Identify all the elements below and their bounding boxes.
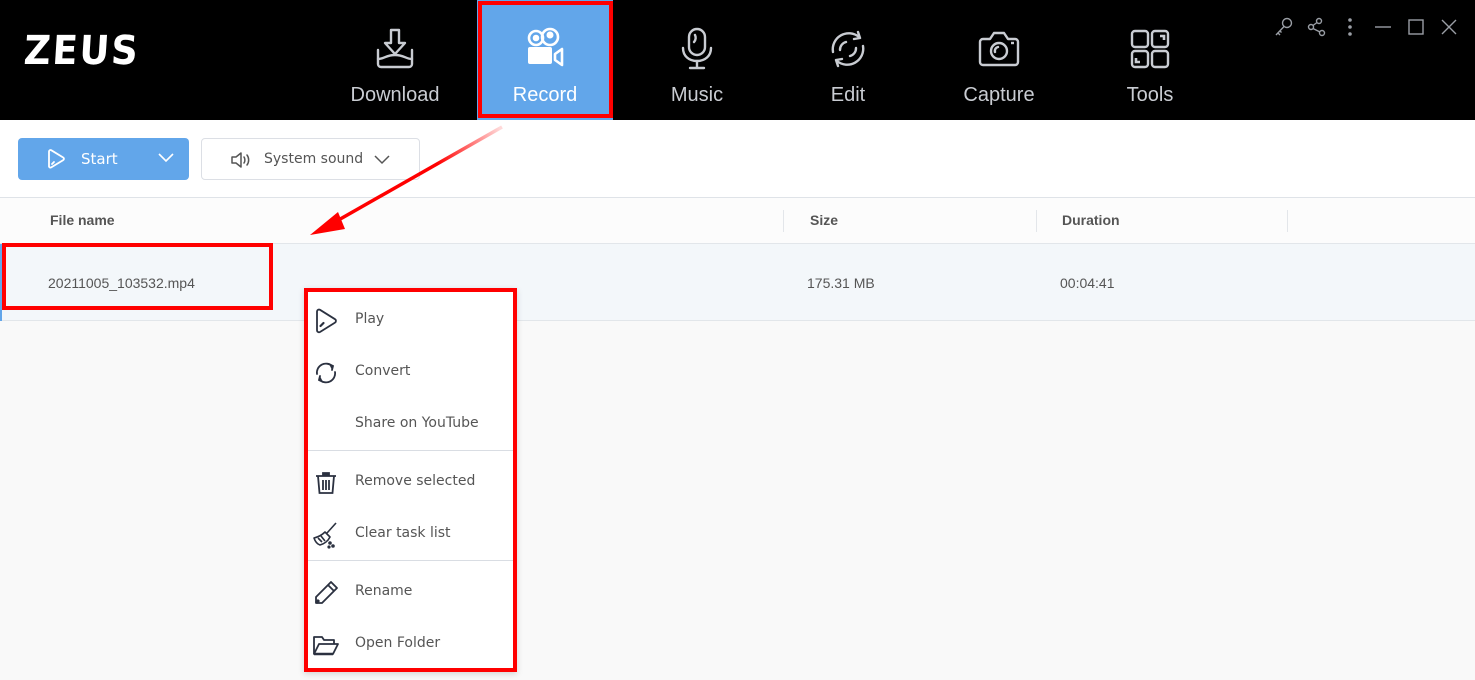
app-window: ZEUS Download Record Music Edit Capture … bbox=[0, 0, 1475, 680]
top-navigation-bar: ZEUS Download Record Music Edit Capture … bbox=[0, 0, 1475, 120]
chevron-down-icon bbox=[374, 152, 390, 170]
cell-size: 175.31 MB bbox=[807, 275, 875, 291]
menu-item-label: Play bbox=[355, 311, 385, 327]
trash-icon bbox=[312, 469, 340, 497]
menu-item-label: Clear task list bbox=[355, 525, 451, 541]
menu-item-convert[interactable]: Convert bbox=[308, 346, 513, 398]
menu-item-clear-task-list[interactable]: Clear task list bbox=[308, 508, 513, 560]
menu-item-remove-selected[interactable]: Remove selected bbox=[308, 456, 513, 508]
tab-tools-label: Tools bbox=[1126, 84, 1174, 106]
convert-icon bbox=[312, 359, 340, 387]
more-vertical-icon bbox=[1340, 17, 1360, 42]
tab-music-label: Music bbox=[670, 84, 724, 106]
system-sound-label: System sound bbox=[264, 151, 364, 167]
download-tray-icon bbox=[372, 26, 418, 72]
system-sound-dropdown[interactable]: System sound bbox=[201, 138, 420, 180]
tab-edit[interactable]: Edit bbox=[780, 0, 916, 120]
maximize-button[interactable] bbox=[1399, 14, 1432, 44]
app-logo: ZEUS bbox=[22, 28, 142, 74]
menu-divider bbox=[308, 450, 513, 451]
camera-icon bbox=[976, 26, 1022, 72]
column-header-file-name[interactable]: File name bbox=[50, 212, 115, 228]
column-header-duration[interactable]: Duration bbox=[1062, 212, 1120, 228]
maximize-icon bbox=[1406, 17, 1426, 42]
tab-capture[interactable]: Capture bbox=[931, 0, 1067, 120]
grid-tools-icon bbox=[1127, 26, 1173, 72]
sync-circle-icon bbox=[825, 26, 871, 72]
menu-item-open-folder[interactable]: Open Folder bbox=[308, 618, 513, 670]
menu-item-share-youtube[interactable]: Share on YouTube bbox=[308, 398, 513, 450]
play-icon bbox=[312, 307, 340, 335]
more-button[interactable] bbox=[1333, 14, 1366, 44]
menu-item-play[interactable]: Play bbox=[308, 294, 513, 346]
start-button-label: Start bbox=[81, 150, 118, 168]
menu-divider bbox=[308, 560, 513, 561]
cell-duration: 00:04:41 bbox=[1060, 275, 1115, 291]
share-button[interactable] bbox=[1300, 14, 1333, 44]
column-divider[interactable] bbox=[1287, 210, 1288, 232]
menu-item-label: Convert bbox=[355, 363, 411, 379]
speaker-icon bbox=[230, 150, 252, 170]
tab-download[interactable]: Download bbox=[327, 0, 463, 120]
share-icon bbox=[1307, 17, 1327, 42]
menu-item-label: Remove selected bbox=[355, 473, 476, 489]
folder-open-icon bbox=[312, 631, 340, 659]
menu-item-label: Open Folder bbox=[355, 635, 441, 651]
minimize-button[interactable] bbox=[1366, 14, 1399, 44]
pencil-icon bbox=[312, 579, 340, 607]
key-icon bbox=[1274, 17, 1294, 42]
cell-file-name: 20211005_103532.mp4 bbox=[48, 275, 195, 291]
tab-record[interactable]: Record bbox=[477, 0, 613, 120]
table-header: File name Size Duration bbox=[0, 198, 1475, 244]
column-divider[interactable] bbox=[1036, 210, 1037, 232]
tab-capture-label: Capture bbox=[963, 84, 1035, 106]
menu-item-label: Rename bbox=[355, 583, 413, 599]
minimize-icon bbox=[1373, 17, 1393, 42]
menu-item-rename[interactable]: Rename bbox=[308, 566, 513, 618]
key-button[interactable] bbox=[1267, 14, 1300, 44]
row-selection-indicator bbox=[0, 244, 2, 321]
tab-edit-label: Edit bbox=[830, 84, 866, 106]
column-divider[interactable] bbox=[783, 210, 784, 232]
column-header-size[interactable]: Size bbox=[810, 212, 838, 228]
close-button[interactable] bbox=[1432, 14, 1465, 44]
start-button[interactable]: Start bbox=[18, 138, 189, 180]
play-outline-icon bbox=[46, 149, 66, 169]
chevron-down-icon bbox=[158, 150, 174, 168]
tab-download-label: Download bbox=[350, 84, 440, 106]
toolbar: Start System sound bbox=[0, 120, 1475, 198]
video-camera-icon bbox=[522, 26, 568, 72]
start-dropdown-toggle[interactable] bbox=[143, 138, 189, 180]
tab-tools[interactable]: Tools bbox=[1082, 0, 1218, 120]
broom-icon bbox=[312, 521, 340, 549]
window-controls bbox=[1267, 14, 1465, 44]
microphone-icon bbox=[674, 26, 720, 72]
close-icon bbox=[1439, 17, 1459, 42]
tab-music[interactable]: Music bbox=[629, 0, 765, 120]
tab-record-label: Record bbox=[512, 84, 578, 106]
context-menu: Play Convert Share on YouTube Remove sel… bbox=[304, 288, 517, 672]
menu-item-label: Share on YouTube bbox=[355, 415, 479, 431]
table-row[interactable]: 20211005_103532.mp4 175.31 MB 00:04:41 bbox=[0, 244, 1475, 321]
